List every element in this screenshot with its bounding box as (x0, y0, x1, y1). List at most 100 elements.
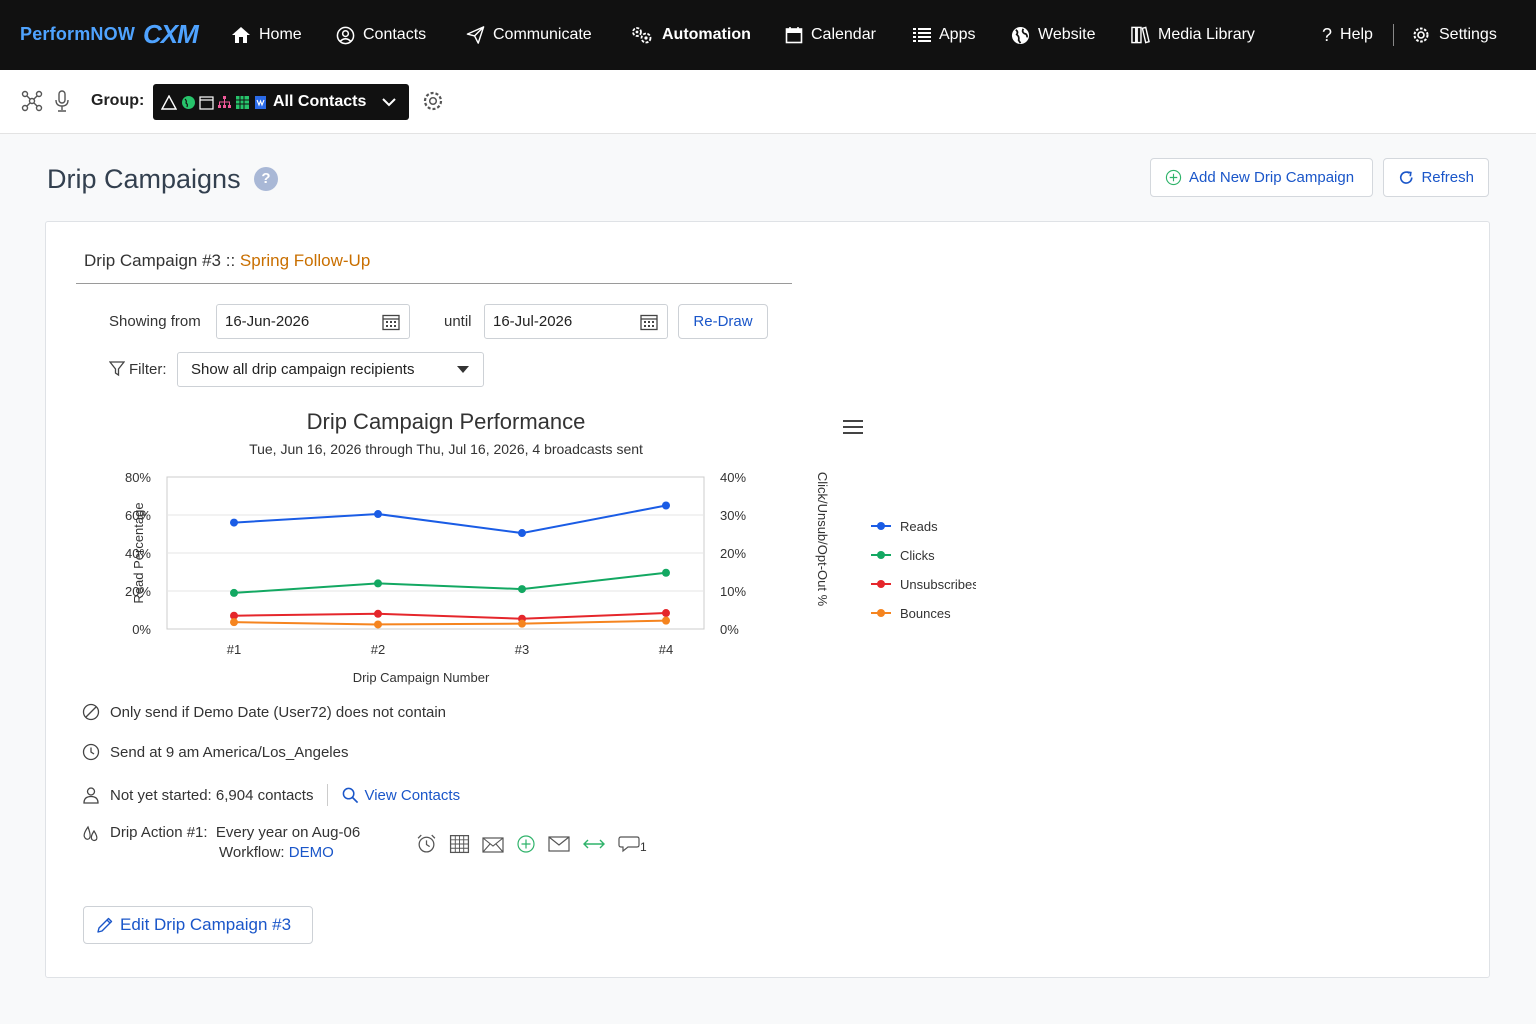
question-mark-icon: ? (1322, 24, 1333, 45)
nav-help[interactable]: ? Help (1322, 22, 1373, 48)
comment-count: 1 (640, 839, 647, 854)
data-point-clicks (374, 579, 382, 588)
page-title: Drip Campaigns (47, 164, 241, 194)
series-line-unsubscribes (233, 612, 667, 620)
legend-marker-bounces (877, 609, 885, 617)
globe-icon (1011, 26, 1030, 44)
drip-action-text: Drip Action #1: Every year on Aug-06 Wor… (110, 824, 360, 861)
alarm-clock-icon[interactable] (416, 833, 437, 854)
plus-circle-icon (1165, 169, 1182, 186)
brand-logo[interactable]: PerformNOW CXM (20, 14, 199, 54)
refresh-button-label: Refresh (1421, 169, 1474, 186)
nav-communicate-label: Communicate (493, 26, 592, 43)
drip-action-row: Drip Action #1: Every year on Aug-06 Wor… (82, 824, 360, 861)
not-started-label: Not yet started: (110, 786, 212, 804)
drip-action-icons: 1 (416, 833, 647, 854)
comment-icon (618, 835, 640, 852)
swap-arrows-icon[interactable] (582, 836, 606, 852)
group-selector[interactable]: All Contacts (153, 84, 409, 120)
nav-contacts[interactable]: Contacts (336, 22, 426, 48)
view-contacts-label: View Contacts (364, 786, 461, 804)
chart-subtitle: Tue, Jun 16, 2026 through Thu, Jul 16, 2… (249, 441, 643, 457)
calendar-grid-icon[interactable] (449, 833, 470, 854)
calendar-picker-icon[interactable] (382, 313, 400, 331)
add-new-drip-campaign-button[interactable]: Add New Drip Campaign (1150, 158, 1373, 197)
list-icon (913, 28, 931, 42)
refresh-button[interactable]: Refresh (1383, 158, 1489, 197)
calendar-icon (785, 27, 803, 44)
nav-communicate[interactable]: Communicate (466, 22, 592, 48)
redraw-button[interactable]: Re-Draw (678, 304, 768, 339)
help-icon[interactable]: ? (254, 167, 278, 191)
until-date-value: 16-Jul-2026 (493, 313, 573, 330)
user-icon (83, 787, 99, 804)
campaign-name: Spring Follow-Up (239, 251, 371, 270)
email-open-icon[interactable] (482, 834, 504, 854)
edit-drip-campaign-button[interactable]: Edit Drip Campaign #3 (83, 906, 313, 944)
send-time-text: Send at 9 am America/Los_Angeles (110, 743, 349, 761)
from-date-input[interactable]: 16-Jun-2026 (216, 304, 410, 339)
home-icon (232, 27, 250, 43)
group-settings-gear-icon[interactable] (422, 90, 444, 112)
nav-settings[interactable]: Settings (1411, 22, 1497, 48)
x-tick-label: #1 (227, 642, 241, 657)
y2-tick-label: 10% (720, 584, 746, 599)
microphone-icon[interactable] (53, 90, 71, 112)
brand-suffix: CXM (143, 18, 199, 49)
group-label: Group: (91, 92, 145, 109)
group-toolbar: Group: All Contacts (0, 70, 1536, 134)
add-button-label: Add New Drip Campaign (1189, 169, 1355, 186)
x-axis-label: Drip Campaign Number (353, 670, 490, 685)
series-line-reads (233, 504, 667, 535)
paper-plane-icon (466, 26, 485, 44)
y2-tick-label: 40% (720, 470, 746, 485)
from-date-value: 16-Jun-2026 (225, 313, 310, 330)
nav-media-label: Media Library (1158, 26, 1255, 43)
envelope-icon[interactable] (548, 835, 570, 853)
data-point-reads (230, 518, 238, 527)
globe-green-icon (182, 95, 195, 109)
y2-tick-label: 30% (720, 508, 746, 523)
calendar-picker-icon[interactable] (640, 313, 658, 331)
data-point-unsubscribes (662, 609, 670, 618)
title-underline (76, 283, 792, 284)
data-point-clicks (230, 588, 238, 597)
y-axis-label: Read Percentage (131, 502, 146, 603)
nav-home-label: Home (259, 26, 302, 43)
top-navigation: PerformNOW CXM Home Contacts Communicate… (0, 0, 1536, 70)
view-contacts-link[interactable]: View Contacts (342, 787, 460, 804)
legend-label-unsubscribes: Unsubscribes (900, 577, 976, 592)
nav-apps-label: Apps (939, 26, 976, 43)
send-condition-row: Only send if Demo Date (User72) does not… (82, 703, 446, 721)
legend-label-bounces: Bounces (900, 606, 951, 621)
nav-automation[interactable]: Automation (630, 22, 751, 48)
x-tick-label: #3 (515, 642, 529, 657)
comments-indicator[interactable]: 1 (618, 834, 647, 854)
chevron-down-icon (382, 98, 396, 107)
filter-label: Filter: (129, 361, 167, 378)
legend-marker-unsubscribes (877, 580, 885, 588)
data-point-clicks (662, 568, 670, 577)
data-point-unsubscribes (374, 609, 382, 618)
until-date-input[interactable]: 16-Jul-2026 (484, 304, 668, 339)
filter-dropdown[interactable]: Show all drip campaign recipients (177, 352, 484, 387)
nav-apps[interactable]: Apps (913, 22, 975, 48)
series-line-clicks (233, 571, 667, 594)
calendar-mini-icon (199, 95, 214, 110)
send-time-row: Send at 9 am America/Los_Angeles (82, 743, 348, 761)
nav-help-label: Help (1340, 26, 1373, 43)
drip-campaign-card: Drip Campaign #3 :: Spring Follow-Up Sho… (45, 221, 1490, 978)
data-point-reads (518, 529, 526, 538)
add-action-icon[interactable] (516, 834, 536, 854)
nav-website[interactable]: Website (1011, 22, 1096, 48)
network-icon[interactable] (21, 90, 43, 112)
workflow-link[interactable]: DEMO (289, 844, 334, 861)
y2-axis-label: Click/Unsub/Opt-Out % (815, 472, 830, 607)
drops-icon (83, 825, 98, 842)
chart-menu-icon[interactable] (842, 418, 864, 436)
nav-calendar[interactable]: Calendar (785, 22, 876, 48)
nav-home[interactable]: Home (231, 22, 302, 48)
legend-label-clicks: Clicks (900, 548, 935, 563)
campaign-title-prefix: Drip Campaign #3 :: (84, 251, 240, 270)
nav-media-library[interactable]: Media Library (1131, 22, 1255, 48)
